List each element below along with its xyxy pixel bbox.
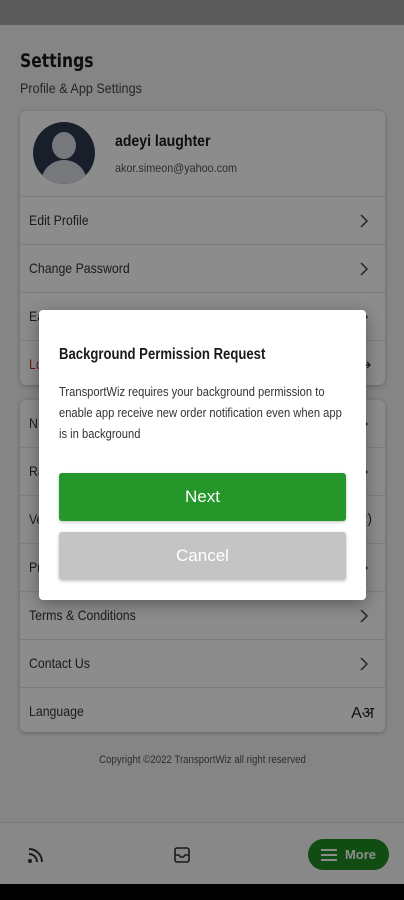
permission-dialog: Background Permission Request TransportW… bbox=[39, 310, 366, 600]
cancel-button[interactable]: Cancel bbox=[59, 532, 346, 580]
dialog-message: TransportWiz requires your background pe… bbox=[59, 384, 342, 441]
next-button[interactable]: Next bbox=[59, 473, 346, 521]
dialog-title: Background Permission Request bbox=[59, 346, 266, 363]
